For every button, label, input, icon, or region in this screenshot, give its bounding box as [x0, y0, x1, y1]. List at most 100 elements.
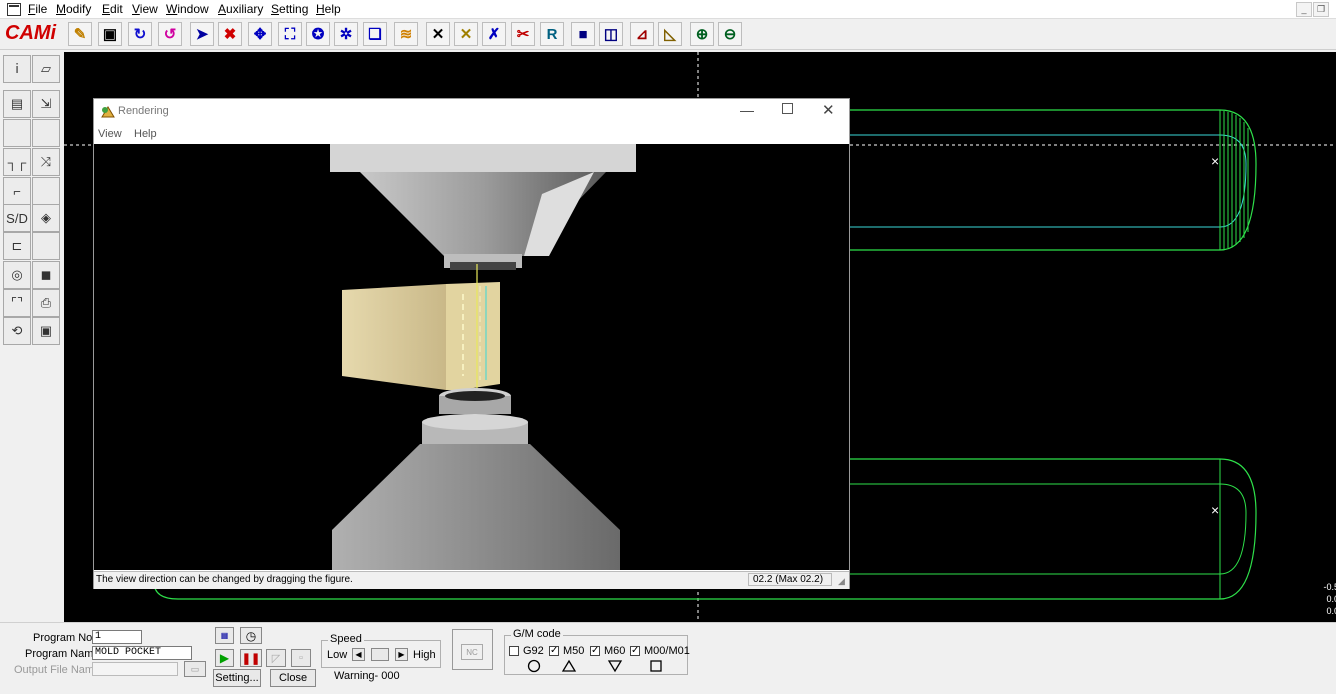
- menu-edit[interactable]: Edit: [102, 2, 123, 16]
- redo-arrow-icon[interactable]: ↻: [128, 22, 152, 46]
- corner-tool-icon[interactable]: ┐┌: [3, 148, 31, 176]
- frame-select-icon[interactable]: ⌜⌝: [3, 289, 31, 317]
- measure-angle-icon[interactable]: ⊿: [630, 22, 654, 46]
- wire-edm-3d-scene: [330, 144, 636, 570]
- menu-bar: File Modify Edit View Window Auxiliary S…: [0, 0, 1336, 19]
- zoom-out-icon[interactable]: ✲: [334, 22, 358, 46]
- zoom-in-icon[interactable]: ⊕: [690, 22, 714, 46]
- rendering-title: Rendering: [118, 105, 169, 117]
- menu-modify[interactable]: Modify: [56, 2, 91, 16]
- coordinate-readout: -0.5 0.0 0.0: [1323, 582, 1336, 616]
- pause-icon[interactable]: ❚❚: [240, 649, 262, 667]
- solid-block-icon[interactable]: ◼: [32, 261, 60, 289]
- transform-icon[interactable]: ⟲: [3, 317, 31, 345]
- intersect-lines-icon[interactable]: ✕: [454, 22, 478, 46]
- reverse-arrow-icon[interactable]: ↺: [158, 22, 182, 46]
- save-icon[interactable]: ▣: [98, 22, 122, 46]
- m60-label: M60: [604, 645, 626, 657]
- browse-file-icon[interactable]: ▭: [184, 661, 206, 677]
- maximize-icon[interactable]: [782, 103, 793, 114]
- menu-setting[interactable]: Setting: [271, 2, 308, 16]
- triangle-ruler-icon[interactable]: ◺: [658, 22, 682, 46]
- sd-button[interactable]: S/D: [3, 204, 31, 232]
- nc-simulate-icon[interactable]: ◎: [3, 261, 31, 289]
- square-symbol-icon: [650, 660, 662, 672]
- menu-window[interactable]: Window: [166, 2, 209, 16]
- gm-code-caption: G/M code: [511, 628, 563, 640]
- clock-icon[interactable]: ◷: [240, 627, 262, 644]
- single-view-icon[interactable]: ■: [571, 22, 595, 46]
- nc-file-icon[interactable]: ▦: [215, 627, 234, 644]
- speed-caption: Speed: [328, 633, 364, 645]
- layers-icon[interactable]: ≋: [394, 22, 418, 46]
- blank-tool-b[interactable]: [32, 119, 60, 147]
- m60-checkbox[interactable]: ✓: [590, 646, 600, 656]
- blank-tool-a[interactable]: [3, 119, 31, 147]
- info-tool-icon[interactable]: ⅰ: [3, 55, 31, 83]
- toolpath-top: [848, 109, 1257, 251]
- menu-auxiliary[interactable]: Auxiliary: [218, 2, 263, 16]
- cut-icon[interactable]: ✂: [511, 22, 535, 46]
- center-marker-top: ×: [1211, 153, 1220, 169]
- upper-wire-guide: [330, 144, 636, 270]
- menu-view[interactable]: View: [132, 2, 158, 16]
- m00-m01-label: M00/M01: [644, 645, 690, 657]
- rendering-menu-help[interactable]: Help: [134, 128, 157, 140]
- nc-label: NC: [461, 644, 483, 660]
- zoom-center-icon[interactable]: ✪: [306, 22, 330, 46]
- delete-tool-icon[interactable]: ✖: [218, 22, 242, 46]
- blank-tool-c[interactable]: [32, 177, 60, 205]
- speed-decrease-icon[interactable]: ◀: [352, 648, 365, 661]
- setting-button[interactable]: Setting...: [213, 669, 261, 687]
- program-name-field[interactable]: MOLD POCKET: [92, 646, 192, 660]
- close-icon[interactable]: ✕: [822, 101, 835, 119]
- dual-view-icon[interactable]: ◫: [599, 22, 623, 46]
- grid-snap-icon[interactable]: ✥: [248, 22, 272, 46]
- g92-checkbox[interactable]: [509, 646, 519, 656]
- machine-icon[interactable]: ▤: [3, 90, 31, 118]
- m50-checkbox[interactable]: ✓: [549, 646, 559, 656]
- step-path-icon[interactable]: ⌐: [3, 177, 31, 205]
- copy-view-icon[interactable]: ❏: [363, 22, 387, 46]
- fit-view-icon[interactable]: ⛶: [278, 22, 302, 46]
- triangle-symbol-icon: [561, 659, 577, 672]
- restore-icon[interactable]: ❐: [1313, 2, 1329, 17]
- program-no-field[interactable]: 1: [92, 630, 142, 644]
- app-system-icon[interactable]: [7, 3, 21, 16]
- minimize-icon[interactable]: _: [1296, 2, 1312, 17]
- open-file-icon[interactable]: ✎: [68, 22, 92, 46]
- print-icon[interactable]: ⎙: [32, 289, 60, 317]
- m00-m01-checkbox[interactable]: ✓: [630, 646, 640, 656]
- offset-icon[interactable]: ⊏: [3, 232, 31, 260]
- zoom-window-icon[interactable]: ⊖: [718, 22, 742, 46]
- g92-label: G92: [523, 645, 544, 657]
- arrow-tool-icon[interactable]: ➤: [190, 22, 214, 46]
- 3d-view-icon[interactable]: ◈: [32, 204, 60, 232]
- export-icon[interactable]: ⇲: [32, 90, 60, 118]
- disk-save-icon[interactable]: ▣: [32, 317, 60, 345]
- stop-icon[interactable]: ▫: [291, 649, 311, 667]
- speed-high-label: High: [413, 649, 436, 661]
- cross-lines-icon[interactable]: ✕: [426, 22, 450, 46]
- workpiece-block: [342, 282, 500, 390]
- play-icon[interactable]: ▶: [215, 649, 234, 667]
- output-file-field[interactable]: [92, 662, 178, 676]
- menu-help[interactable]: Help: [316, 2, 341, 16]
- step-icon[interactable]: ◸: [266, 649, 286, 667]
- edit-shape-icon[interactable]: ▱: [32, 55, 60, 83]
- menu-file[interactable]: File: [28, 2, 47, 16]
- rendering-titlebar[interactable]: Rendering — ✕: [94, 99, 849, 125]
- close-button[interactable]: Close: [270, 669, 316, 687]
- resize-grip-icon[interactable]: ◢: [838, 576, 845, 587]
- rendering-viewport[interactable]: [94, 144, 849, 570]
- split-tool-icon[interactable]: ⤨: [32, 148, 60, 176]
- blank-tool-d[interactable]: [32, 232, 60, 260]
- speed-slider-thumb[interactable]: [371, 648, 389, 661]
- minimize-icon[interactable]: —: [740, 102, 754, 118]
- rendering-menu-view[interactable]: View: [98, 128, 122, 140]
- rendering-window[interactable]: Rendering — ✕ View Help The view directi…: [93, 98, 850, 589]
- trim-icon[interactable]: ✗: [482, 22, 506, 46]
- rendering-statusbar: The view direction can be changed by dra…: [94, 571, 849, 589]
- speed-increase-icon[interactable]: ▶: [395, 648, 408, 661]
- reference-icon[interactable]: R: [540, 22, 564, 46]
